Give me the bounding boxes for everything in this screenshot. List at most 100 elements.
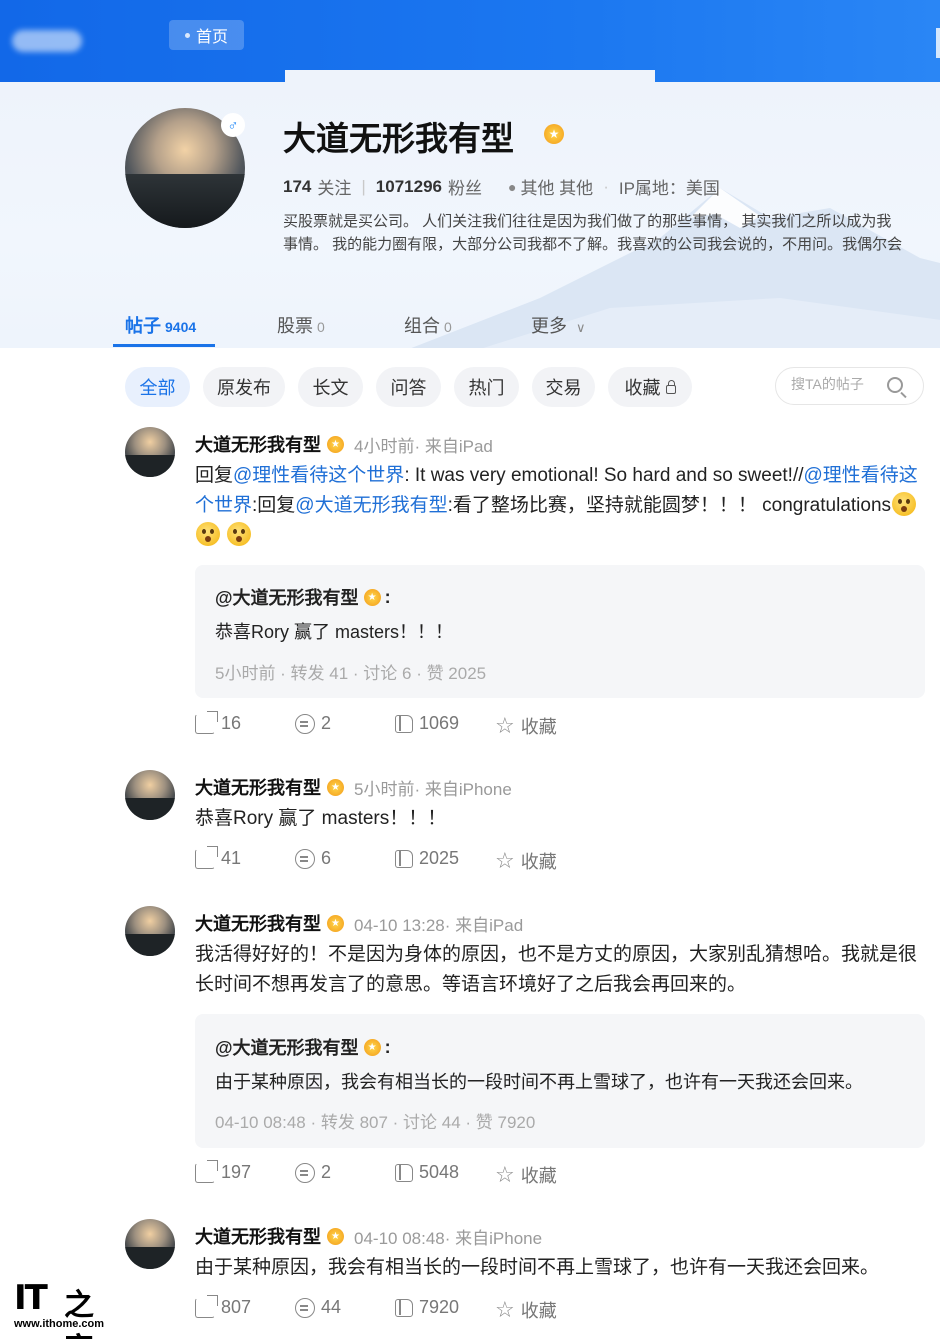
post-actions: 807 44 7920 ☆收藏 [195, 1294, 615, 1323]
thumbs-up-icon [395, 849, 413, 868]
like-count: 5048 [419, 1162, 460, 1182]
thumbs-up-icon [395, 1298, 413, 1317]
comment-count: 2 [321, 1162, 332, 1182]
share-button[interactable]: 16 [195, 710, 241, 734]
comment-button[interactable]: 6 [295, 848, 331, 869]
followers-label[interactable]: 粉丝 [448, 174, 482, 199]
comment-button[interactable]: 2 [295, 713, 331, 734]
post-avatar[interactable] [125, 1219, 175, 1269]
share-count: 197 [221, 1162, 252, 1182]
quoted-meta: 5小时前 · 转发 41 · 讨论 6 · 赞 2025 [215, 664, 487, 683]
watermark-url: www.ithome.com [14, 1318, 105, 1330]
stats-divider: · [603, 176, 609, 196]
tab-label: 帖子 [125, 316, 161, 336]
comment-button[interactable]: 44 [295, 1297, 341, 1318]
post-avatar[interactable] [125, 906, 175, 956]
like-count: 7920 [419, 1297, 460, 1317]
mention-link[interactable]: @大道无形我有型 [295, 495, 447, 516]
post-text: 恭喜Rory 赢了 masters！！！ [195, 808, 447, 829]
favorite-button[interactable]: ☆ 收藏 [495, 848, 557, 874]
male-gender-icon: ♂ [221, 113, 245, 137]
quoted-author-name[interactable]: @大道无形我有型 [215, 1034, 359, 1060]
verified-badge-icon [363, 1038, 381, 1056]
shocked-emoji-icon [196, 522, 220, 546]
followers-count[interactable]: 1071296 [376, 177, 442, 197]
like-button[interactable]: 5048 [395, 1162, 459, 1183]
stats-divider: | [361, 176, 366, 196]
post-author[interactable]: 大道无形我有型 [195, 910, 321, 936]
post-text: 由于某种原因，我会有相当长的一段时间不再上雪球了，也许有一天我还会回来。 [195, 1257, 880, 1278]
favorite-button[interactable]: ☆ 收藏 [495, 1162, 557, 1188]
favorite-button[interactable]: ☆ 收藏 [495, 1297, 557, 1323]
post-avatar[interactable] [125, 427, 175, 477]
filter-favorites[interactable]: 收藏 [608, 367, 692, 407]
share-button[interactable]: 197 [195, 1159, 252, 1183]
quoted-author: @大道无形我有型 : [215, 584, 391, 610]
share-button[interactable]: 41 [195, 845, 241, 869]
post-text-segment: :回复 [252, 495, 296, 516]
comment-count: 6 [321, 848, 332, 868]
post-author[interactable]: 大道无形我有型 [195, 431, 321, 457]
filter-long-article[interactable]: 长文 [298, 367, 363, 407]
thumbs-up-icon [395, 1163, 413, 1182]
mention-link[interactable]: @理性看待这个世界 [233, 465, 404, 486]
share-button[interactable]: 807 [195, 1294, 252, 1318]
bio-line: 事情。 我的能力圈有限，大部分公司我都不了解。我喜欢的公司我会说的，不用问。我偶… [283, 236, 903, 253]
like-button[interactable]: 1069 [395, 713, 459, 734]
verified-badge-icon [327, 435, 344, 453]
quoted-author-name[interactable]: @大道无形我有型 [215, 584, 359, 610]
site-logo-blurred[interactable] [12, 30, 82, 52]
tab-count: 9404 [165, 319, 197, 335]
bio-line: 买股票就是买公司。 人们关注我们往往是因为我们做了的那些事情， 其实我们之所以成… [283, 213, 892, 230]
post-author[interactable]: 大道无形我有型 [195, 1223, 321, 1249]
post-actions: 41 6 2025 ☆收藏 [195, 845, 615, 874]
verified-badge-icon [327, 914, 344, 932]
post-meta: 04-10 08:48· 来自iPhone [354, 1228, 543, 1248]
tab-label: 组合 [404, 316, 440, 336]
post-text: 回复@理性看待这个世界: It was very emotional! So h… [195, 461, 920, 551]
tab-posts[interactable]: 帖子 9404 [125, 312, 196, 338]
thumbs-up-icon [395, 714, 413, 733]
filter-qa[interactable]: 问答 [376, 367, 441, 407]
profile-bio: 买股票就是买公司。 人们关注我们往往是因为我们做了的那些事情， 其实我们之所以成… [283, 210, 940, 256]
ithome-watermark-logo: IT 之家 www.ithome.com [14, 1278, 105, 1339]
like-count: 2025 [419, 848, 460, 868]
shocked-emoji-icon [892, 492, 917, 516]
following-count[interactable]: 174 [283, 177, 311, 197]
share-count: 807 [221, 1297, 252, 1317]
filter-all[interactable]: 全部 [125, 367, 190, 407]
filter-trades[interactable]: 交易 [532, 367, 595, 407]
post-avatar[interactable] [125, 770, 175, 820]
quoted-post[interactable]: @大道无形我有型 : 由于某种原因，我会有相当长的一段时间不再上雪球了，也许有一… [195, 1014, 925, 1148]
filter-hot[interactable]: 热门 [454, 367, 519, 407]
post-meta: 5小时前· 来自iPhone [354, 779, 512, 799]
home-button[interactable]: 首页 [169, 20, 244, 50]
quoted-text: 恭喜Rory 赢了 masters！！！ [215, 622, 454, 642]
post-search-input[interactable] [791, 376, 891, 392]
topbar-edge-mark [936, 28, 940, 58]
post-text-line: 我活得好好的！不是因为身体的原因，也不是方丈的原因，大家别乱猜想哈。我就是很 [195, 944, 918, 965]
post-text-segment: 回复 [195, 465, 234, 486]
post-header: 大道无形我有型 04-10 08:48· 来自iPhone [195, 1223, 542, 1249]
post-author[interactable]: 大道无形我有型 [195, 774, 321, 800]
post-actions: 197 2 5048 ☆收藏 [195, 1159, 615, 1188]
like-count: 1069 [419, 713, 460, 733]
tab-label: 更多 [531, 316, 567, 336]
tab-more[interactable]: 更多 ∨ [531, 312, 586, 338]
top-navigation-bar: 首页 [0, 0, 940, 84]
tab-portfolios[interactable]: 组合 0 [404, 312, 452, 338]
post-meta: 4小时前· 来自iPad [354, 436, 493, 456]
comment-button[interactable]: 2 [295, 1162, 331, 1183]
verified-badge-icon [327, 1227, 344, 1245]
quoted-post[interactable]: @大道无形我有型 : 恭喜Rory 赢了 masters！！！ 5小时前 · 转… [195, 565, 925, 698]
like-button[interactable]: 2025 [395, 848, 459, 869]
verified-badge-icon [327, 778, 344, 796]
following-label[interactable]: 关注 [317, 174, 351, 199]
filter-original[interactable]: 原发布 [203, 367, 285, 407]
favorite-button[interactable]: ☆ 收藏 [495, 713, 557, 739]
tab-stocks[interactable]: 股票 0 [277, 312, 325, 338]
like-button[interactable]: 7920 [395, 1297, 459, 1318]
post-text-segment: :看了整场比赛，坚持就能圆梦！！！ congratulations [447, 495, 892, 516]
search-icon[interactable] [887, 377, 903, 393]
comment-icon [295, 713, 315, 734]
